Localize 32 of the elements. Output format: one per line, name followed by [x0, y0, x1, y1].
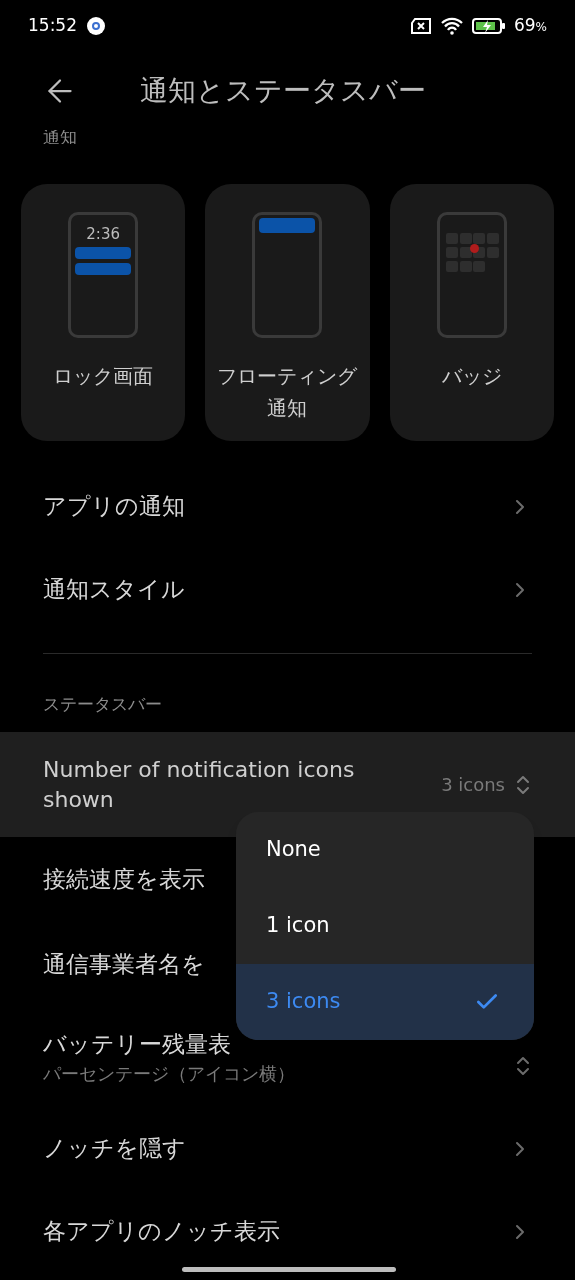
row-label: Number of notification icons shown: [43, 755, 356, 814]
row-value: 3 icons: [441, 773, 505, 797]
sim-off-icon: [409, 18, 432, 34]
time: 15:52: [28, 14, 77, 38]
card-label: ロック画面: [53, 363, 154, 390]
row-label: 通信事業者名を: [43, 950, 205, 980]
notification-bar: [75, 263, 132, 275]
row-label: 通知スタイル: [43, 575, 185, 605]
row-label: バッテリー残量表: [43, 1029, 232, 1059]
notification-style-card[interactable]: 2:36 ロック画面: [21, 184, 186, 441]
clock-text: 2:36: [86, 225, 120, 243]
wifi-icon: [439, 17, 464, 35]
row-label: 各アプリのノッチ表示: [43, 1217, 280, 1247]
battery-percent: 69%: [513, 14, 547, 38]
notification-style-card[interactable]: バッジ: [389, 184, 554, 441]
row-label: アプリの通知: [43, 492, 185, 522]
notification-bar: [259, 218, 316, 233]
page-title: 通知とステータスバー: [140, 73, 426, 109]
settings-row[interactable]: アプリの通知: [0, 465, 575, 548]
battery-icon: [471, 17, 506, 35]
dropdown-option[interactable]: 1 icon: [236, 888, 534, 964]
settings-icon: [87, 17, 105, 35]
card-label: バッジ: [441, 363, 502, 390]
notification-bar: [75, 247, 132, 259]
row-label: 接続速度を表示: [43, 865, 205, 895]
section-label: ステータスバー: [43, 693, 162, 717]
row-label: ノッチを隠す: [43, 1134, 186, 1164]
settings-row[interactable]: 通知スタイル: [0, 548, 575, 631]
row-subtitle: パーセンテージ（アイコン横）: [43, 1061, 295, 1086]
notification-style-card[interactable]: フローティング 通知: [205, 184, 370, 441]
card-label: フローティング 通知: [217, 363, 358, 422]
dropdown-option[interactable]: 3 icons: [236, 964, 534, 1040]
